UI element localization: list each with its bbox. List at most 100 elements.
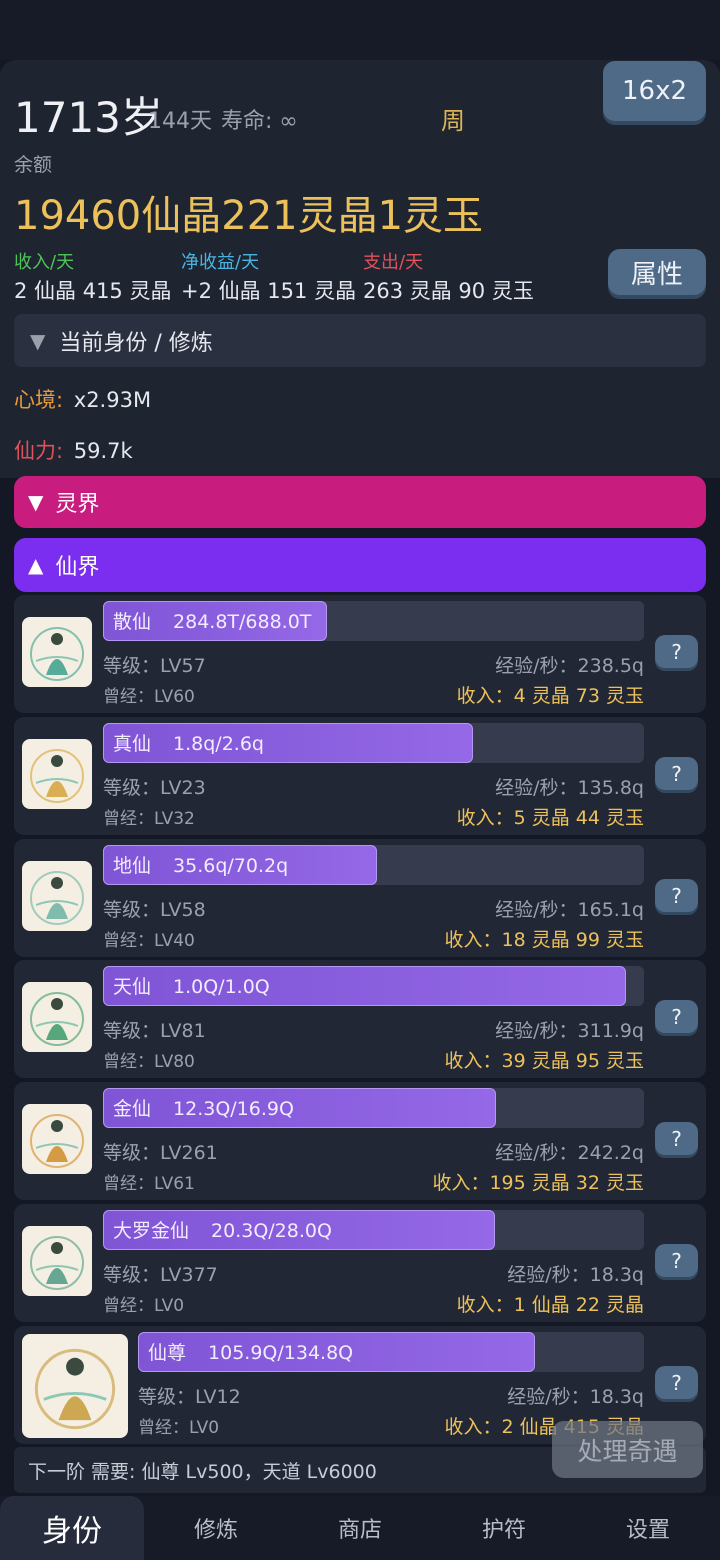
power-value: 59.7k bbox=[73, 439, 133, 463]
job-progress-label: 大罗金仙 20.3Q/28.0Q bbox=[113, 1216, 332, 1243]
job-card: 天仙 1.0Q/1.0Q 等级：LV81 曾经：LV80 经验/秒：311.9q 收入：3… bbox=[14, 960, 706, 1078]
net-income-label: 净收益/天 bbox=[181, 252, 260, 273]
nav-tab-shop[interactable]: 商店 bbox=[288, 1496, 432, 1560]
balance-value: 19460仙晶221灵晶1灵玉 bbox=[14, 193, 484, 239]
net-income-value: +2 仙晶 151 灵晶 bbox=[181, 279, 357, 303]
job-progress-track: 真仙 1.8q/2.6q bbox=[103, 723, 644, 763]
job-card: 大罗金仙 20.3Q/28.0Q 等级：LV377 曾经：LV0 经验/秒：18.3q 收… bbox=[14, 1204, 706, 1322]
immortal-portrait-icon bbox=[22, 1104, 92, 1174]
job-previous-level: 曾经：LV80 bbox=[103, 1052, 195, 1072]
job-progress-label: 金仙 12.3Q/16.9Q bbox=[113, 1094, 294, 1121]
job-previous-level: 曾经：LV32 bbox=[103, 809, 195, 829]
nav-tab-settings[interactable]: 设置 bbox=[576, 1496, 720, 1560]
job-income: 收入：195 灵晶 32 灵玉 bbox=[432, 1172, 644, 1194]
job-progress-text: 1.0Q/1.0Q bbox=[173, 976, 270, 998]
nav-tab-cultivation[interactable]: 修炼 bbox=[144, 1496, 288, 1560]
job-xp-rate: 经验/秒：18.3q bbox=[507, 1264, 644, 1286]
nav-tab-identity[interactable]: 身份 bbox=[0, 1496, 144, 1560]
job-help-button[interactable]: ? bbox=[655, 1122, 698, 1155]
power-label: 仙力: bbox=[14, 439, 64, 463]
mood-stat: 心境: x2.93M bbox=[14, 384, 151, 414]
job-card: 金仙 12.3Q/16.9Q 等级：LV261 曾经：LV61 经验/秒：242.2q 收… bbox=[14, 1082, 706, 1200]
job-progress-text: 35.6q/70.2q bbox=[173, 855, 289, 877]
handle-encounter-button[interactable]: 处理奇遇 bbox=[552, 1421, 703, 1478]
nav-tab-amulet[interactable]: 护符 bbox=[432, 1496, 576, 1560]
job-previous-level: 曾经：LV0 bbox=[103, 1296, 185, 1316]
job-previous-level: 曾经：LV60 bbox=[103, 687, 195, 707]
immortal-portrait-icon bbox=[22, 982, 92, 1052]
identity-section-header[interactable]: ▼ 当前身份 / 修炼 bbox=[14, 314, 706, 367]
identity-section-title: 当前身份 / 修炼 bbox=[59, 330, 213, 356]
job-progress-track: 天仙 1.0Q/1.0Q bbox=[103, 966, 644, 1006]
status-strip bbox=[0, 0, 720, 60]
job-progress-label: 仙尊 105.9Q/134.8Q bbox=[148, 1338, 353, 1365]
job-level: 等级：LV81 bbox=[103, 1020, 206, 1042]
job-xp-rate: 经验/秒：238.5q bbox=[495, 655, 644, 677]
income-value: 2 仙晶 415 灵晶 bbox=[14, 279, 172, 303]
mood-label: 心境: bbox=[14, 388, 64, 412]
job-card: 真仙 1.8q/2.6q 等级：LV23 曾经：LV32 经验/秒：135.8q 收入：5… bbox=[14, 717, 706, 835]
realm-spirit-header[interactable]: ▼ 灵界 bbox=[14, 476, 706, 528]
bottom-nav: 身份 修炼 商店 护符 设置 bbox=[0, 1496, 720, 1560]
job-progress-label: 散仙 284.8T/688.0T bbox=[113, 607, 311, 634]
job-income: 收入：4 灵晶 73 灵玉 bbox=[456, 685, 644, 707]
job-progress-track: 金仙 12.3Q/16.9Q bbox=[103, 1088, 644, 1128]
job-xp-rate: 经验/秒：135.8q bbox=[495, 777, 644, 799]
job-card: 散仙 284.8T/688.0T 等级：LV57 曾经：LV60 经验/秒：238.5q… bbox=[14, 595, 706, 713]
immortal-portrait-icon bbox=[22, 1334, 128, 1438]
immortal-portrait-icon bbox=[22, 861, 92, 931]
job-previous-level: 曾经：LV0 bbox=[138, 1418, 220, 1438]
job-level: 等级：LV377 bbox=[103, 1264, 218, 1286]
job-help-button[interactable]: ? bbox=[655, 1244, 698, 1277]
age-display: 1713岁 bbox=[14, 93, 163, 142]
job-progress-text: 105.9Q/134.8Q bbox=[208, 1342, 354, 1364]
job-name: 散仙 bbox=[113, 611, 152, 633]
job-income: 收入：5 灵晶 44 灵玉 bbox=[456, 807, 644, 829]
expense-value: 263 灵晶 90 灵玉 bbox=[363, 279, 534, 303]
realm-immortal-label: 仙界 bbox=[55, 555, 100, 580]
job-name: 大罗金仙 bbox=[113, 1220, 190, 1242]
job-progress-label: 真仙 1.8q/2.6q bbox=[113, 729, 264, 756]
job-income: 收入：18 灵晶 99 灵玉 bbox=[444, 929, 644, 951]
attributes-button[interactable]: 属性 bbox=[608, 249, 706, 295]
job-income: 收入：39 灵晶 95 灵玉 bbox=[444, 1050, 644, 1072]
job-help-button[interactable]: ? bbox=[655, 635, 698, 668]
job-level: 等级：LV23 bbox=[103, 777, 206, 799]
realm-immortal-header[interactable]: ▲ 仙界 bbox=[14, 538, 706, 592]
collapse-arrow-icon: ▲ bbox=[28, 553, 44, 577]
speed-button[interactable]: 16x2 bbox=[603, 61, 706, 121]
job-previous-level: 曾经：LV61 bbox=[103, 1174, 195, 1194]
job-xp-rate: 经验/秒：18.3q bbox=[507, 1386, 644, 1408]
job-name: 金仙 bbox=[113, 1098, 152, 1120]
job-progress-track: 大罗金仙 20.3Q/28.0Q bbox=[103, 1210, 644, 1250]
days-display: 144天 bbox=[148, 109, 212, 134]
weekday-display: 周 bbox=[441, 107, 465, 135]
job-help-button[interactable]: ? bbox=[655, 1366, 698, 1399]
job-progress-label: 天仙 1.0Q/1.0Q bbox=[113, 972, 270, 999]
job-help-button[interactable]: ? bbox=[655, 1000, 698, 1033]
job-xp-rate: 经验/秒：242.2q bbox=[495, 1142, 644, 1164]
realm-spirit-label: 灵界 bbox=[55, 492, 100, 517]
job-name: 仙尊 bbox=[148, 1342, 187, 1364]
job-progress-text: 20.3Q/28.0Q bbox=[211, 1220, 332, 1242]
job-progress-text: 12.3Q/16.9Q bbox=[173, 1098, 294, 1120]
expense-label: 支出/天 bbox=[363, 252, 424, 273]
job-card: 地仙 35.6q/70.2q 等级：LV58 曾经：LV40 经验/秒：165.1q 收入… bbox=[14, 839, 706, 957]
lifespan-display: 寿命: ∞ bbox=[221, 109, 298, 134]
job-name: 真仙 bbox=[113, 733, 152, 755]
job-progress-label: 地仙 35.6q/70.2q bbox=[113, 851, 288, 878]
job-help-button[interactable]: ? bbox=[655, 879, 698, 912]
job-level: 等级：LV57 bbox=[103, 655, 206, 677]
job-help-button[interactable]: ? bbox=[655, 757, 698, 790]
immortal-portrait-icon bbox=[22, 739, 92, 809]
mood-value: x2.93M bbox=[73, 388, 152, 412]
job-progress-track: 散仙 284.8T/688.0T bbox=[103, 601, 644, 641]
job-level: 等级：LV58 bbox=[103, 899, 206, 921]
job-xp-rate: 经验/秒：165.1q bbox=[495, 899, 644, 921]
job-name: 地仙 bbox=[113, 855, 152, 877]
immortal-portrait-icon bbox=[22, 617, 92, 687]
job-name: 天仙 bbox=[113, 976, 152, 998]
job-progress-text: 1.8q/2.6q bbox=[173, 733, 264, 755]
balance-label: 余额 bbox=[14, 154, 53, 176]
job-previous-level: 曾经：LV40 bbox=[103, 931, 195, 951]
